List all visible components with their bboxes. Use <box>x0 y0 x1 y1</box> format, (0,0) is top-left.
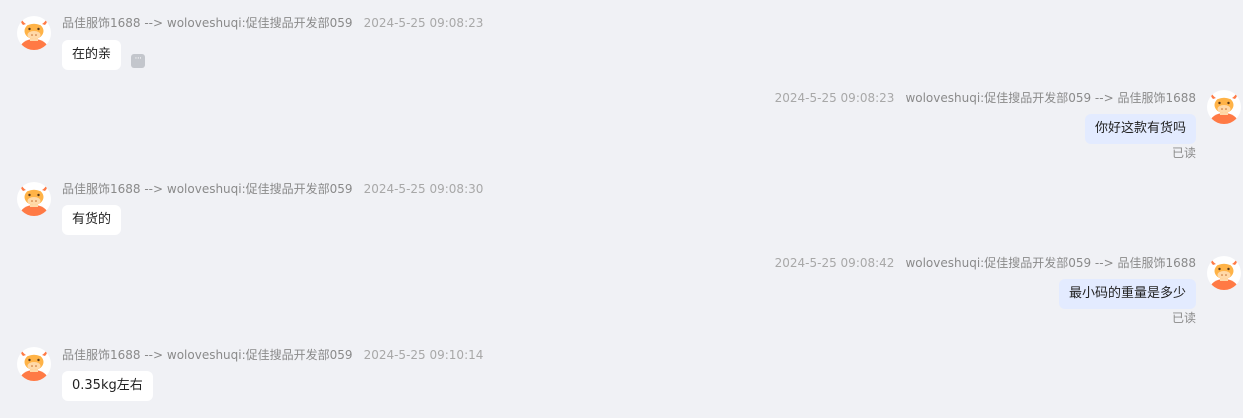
sender-label: woloveshuqi:促佳搜品开发部059 --> 品佳服饰1688 <box>905 256 1196 270</box>
cow-avatar-icon[interactable] <box>1207 90 1241 124</box>
message-meta: 品佳服饰1688 --> woloveshuqi:促佳搜品开发部059 2024-… <box>62 181 494 197</box>
cow-avatar-icon[interactable] <box>17 16 51 50</box>
cow-avatar-icon[interactable] <box>1207 256 1241 290</box>
sender-label: 品佳服饰1688 --> woloveshuqi:促佳搜品开发部059 <box>62 348 353 362</box>
message-bubble[interactable]: 在的亲 <box>62 40 122 70</box>
cow-avatar-icon[interactable] <box>17 347 51 381</box>
sender-label: 品佳服饰1688 --> woloveshuqi:促佳搜品开发部059 <box>62 16 353 30</box>
timestamp: 2024-5-25 09:08:30 <box>363 182 484 196</box>
message-meta: 品佳服饰1688 --> woloveshuqi:促佳搜品开发部059 2024-… <box>62 15 494 31</box>
sender-label: woloveshuqi:促佳搜品开发部059 --> 品佳服饰1688 <box>905 91 1196 105</box>
timestamp: 2024-5-25 09:08:23 <box>774 91 895 105</box>
timestamp: 2024-5-25 09:10:14 <box>363 348 484 362</box>
message-bubble[interactable]: 0.35kg左右 <box>62 371 153 401</box>
message-meta: 2024-5-25 09:08:23 woloveshuqi:促佳搜品开发部059… <box>775 90 1196 106</box>
timestamp: 2024-5-25 09:08:42 <box>774 256 895 270</box>
message-bubble[interactable]: 最小码的重量是多少 <box>1058 279 1196 309</box>
read-status: 已读 <box>1171 311 1196 325</box>
read-status: 已读 <box>1171 146 1196 160</box>
message-meta: 2024-5-25 09:08:42 woloveshuqi:促佳搜品开发部059… <box>775 255 1196 271</box>
timestamp: 2024-5-25 09:08:23 <box>363 16 484 30</box>
message-bubble[interactable]: 有货的 <box>62 205 122 235</box>
message-bubble[interactable]: 你好这款有货吗 <box>1084 114 1196 144</box>
sender-label: 品佳服饰1688 --> woloveshuqi:促佳搜品开发部059 <box>62 182 353 196</box>
message-meta: 品佳服饰1688 --> woloveshuqi:促佳搜品开发部059 2024-… <box>62 347 494 363</box>
more-icon[interactable]: ··· <box>131 54 145 68</box>
cow-avatar-icon[interactable] <box>17 182 51 216</box>
